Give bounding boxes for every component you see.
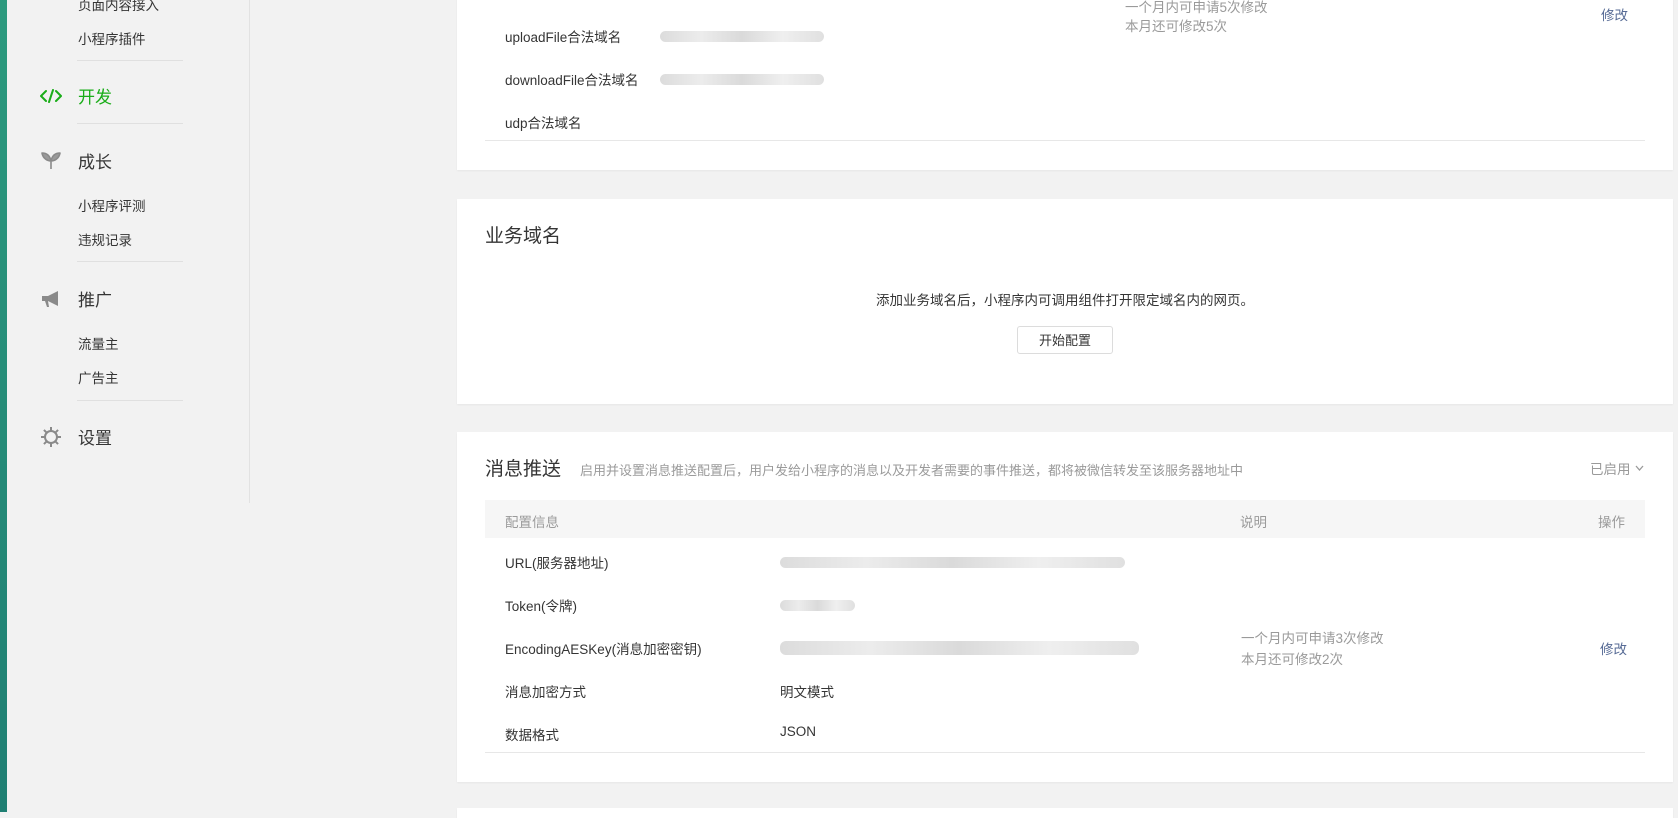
modify-limit-note: 一个月内可申请5次修改 — [1125, 0, 1268, 15]
section-title: 消息推送 — [485, 459, 562, 480]
token-label: Token(令牌) — [505, 599, 578, 614]
chevron-down-icon — [1635, 465, 1644, 471]
sidebar-item-plugins[interactable]: 小程序插件 — [78, 28, 146, 48]
upload-domain-label: uploadFile合法域名 — [505, 30, 622, 45]
sidebar-item-page-content[interactable]: 页面内容接入 — [78, 0, 159, 14]
business-domain-card: 业务域名 添加业务域名后，小程序内可调用组件打开限定域名内的网页。 开始配置 — [457, 199, 1673, 404]
upload-domain-value — [660, 31, 824, 42]
table-header: 配置信息 说明 操作 — [485, 500, 1645, 538]
status-dropdown[interactable]: 已启用 — [1590, 458, 1644, 478]
business-domain-description: 添加业务域名后，小程序内可调用组件打开限定域名内的网页。 — [876, 293, 1254, 308]
message-push-card: 消息推送 启用并设置消息推送配置后，用户发给小程序的消息以及开发者需要的事件推送… — [457, 432, 1673, 782]
udp-domain-label: udp合法域名 — [505, 116, 582, 131]
sidebar-section-develop[interactable]: 开发 — [40, 83, 112, 108]
sidebar — [7, 0, 250, 812]
aes-key-value — [780, 641, 1139, 655]
sidebar-section-label: 推广 — [78, 291, 112, 310]
column-header-note: 说明 — [1240, 515, 1267, 530]
sidebar-divider — [249, 0, 250, 503]
sidebar-item-advertiser[interactable]: 广告主 — [78, 367, 119, 387]
status-label: 已启用 — [1590, 462, 1631, 477]
remaining-modify-note: 本月还可修改5次 — [1125, 19, 1228, 34]
encryption-mode-value: 明文模式 — [780, 685, 834, 700]
encryption-mode-label: 消息加密方式 — [505, 685, 586, 700]
table-bottom-border — [485, 140, 1645, 141]
gear-icon — [40, 426, 68, 448]
token-value — [780, 600, 855, 611]
data-format-label: 数据格式 — [505, 728, 559, 743]
modify-limit-note: 一个月内可申请3次修改 — [1241, 631, 1384, 646]
sidebar-section-growth[interactable]: 成长 — [40, 148, 112, 173]
sidebar-item-violations[interactable]: 违规记录 — [78, 229, 132, 249]
sidebar-item-traffic-owner[interactable]: 流量主 — [78, 333, 119, 353]
data-format-value: JSON — [780, 724, 817, 739]
server-domain-card: 一个月内可申请5次修改 本月还可修改5次 修改 uploadFile合法域名 d… — [457, 0, 1673, 170]
code-icon — [40, 88, 68, 103]
sidebar-section-label: 设置 — [78, 429, 112, 448]
column-header-action: 操作 — [1598, 515, 1625, 530]
sidebar-section-promotion[interactable]: 推广 — [40, 286, 112, 311]
remaining-modify-note: 本月还可修改2次 — [1241, 652, 1344, 667]
window-edge — [0, 0, 7, 812]
megaphone-icon — [40, 290, 68, 308]
sidebar-section-settings[interactable]: 设置 — [40, 424, 112, 449]
edit-server-domain-link[interactable]: 修改 — [1601, 4, 1628, 24]
sprout-icon — [40, 151, 68, 170]
message-push-description: 启用并设置消息推送配置后，用户发给小程序的消息以及开发者需要的事件推送，都将被微… — [580, 463, 1244, 478]
table-bottom-border — [485, 752, 1645, 753]
download-domain-label: downloadFile合法域名 — [505, 73, 639, 88]
download-domain-value — [660, 74, 824, 85]
sidebar-divider — [77, 400, 183, 401]
sidebar-section-label: 开发 — [78, 88, 112, 107]
aes-key-label: EncodingAESKey(消息加密密钥) — [505, 642, 702, 657]
sidebar-section-label: 成长 — [78, 153, 112, 172]
sidebar-divider — [77, 123, 183, 124]
sidebar-divider — [77, 261, 183, 262]
sidebar-item-evaluation[interactable]: 小程序评测 — [78, 195, 146, 215]
column-header-config: 配置信息 — [505, 515, 559, 530]
edit-message-push-link[interactable]: 修改 — [1600, 638, 1627, 658]
url-value — [780, 557, 1125, 568]
sidebar-divider — [77, 60, 183, 61]
next-card — [457, 808, 1673, 818]
start-config-button[interactable]: 开始配置 — [1017, 326, 1113, 354]
url-label: URL(服务器地址) — [505, 556, 609, 571]
section-title: 业务域名 — [485, 226, 562, 247]
